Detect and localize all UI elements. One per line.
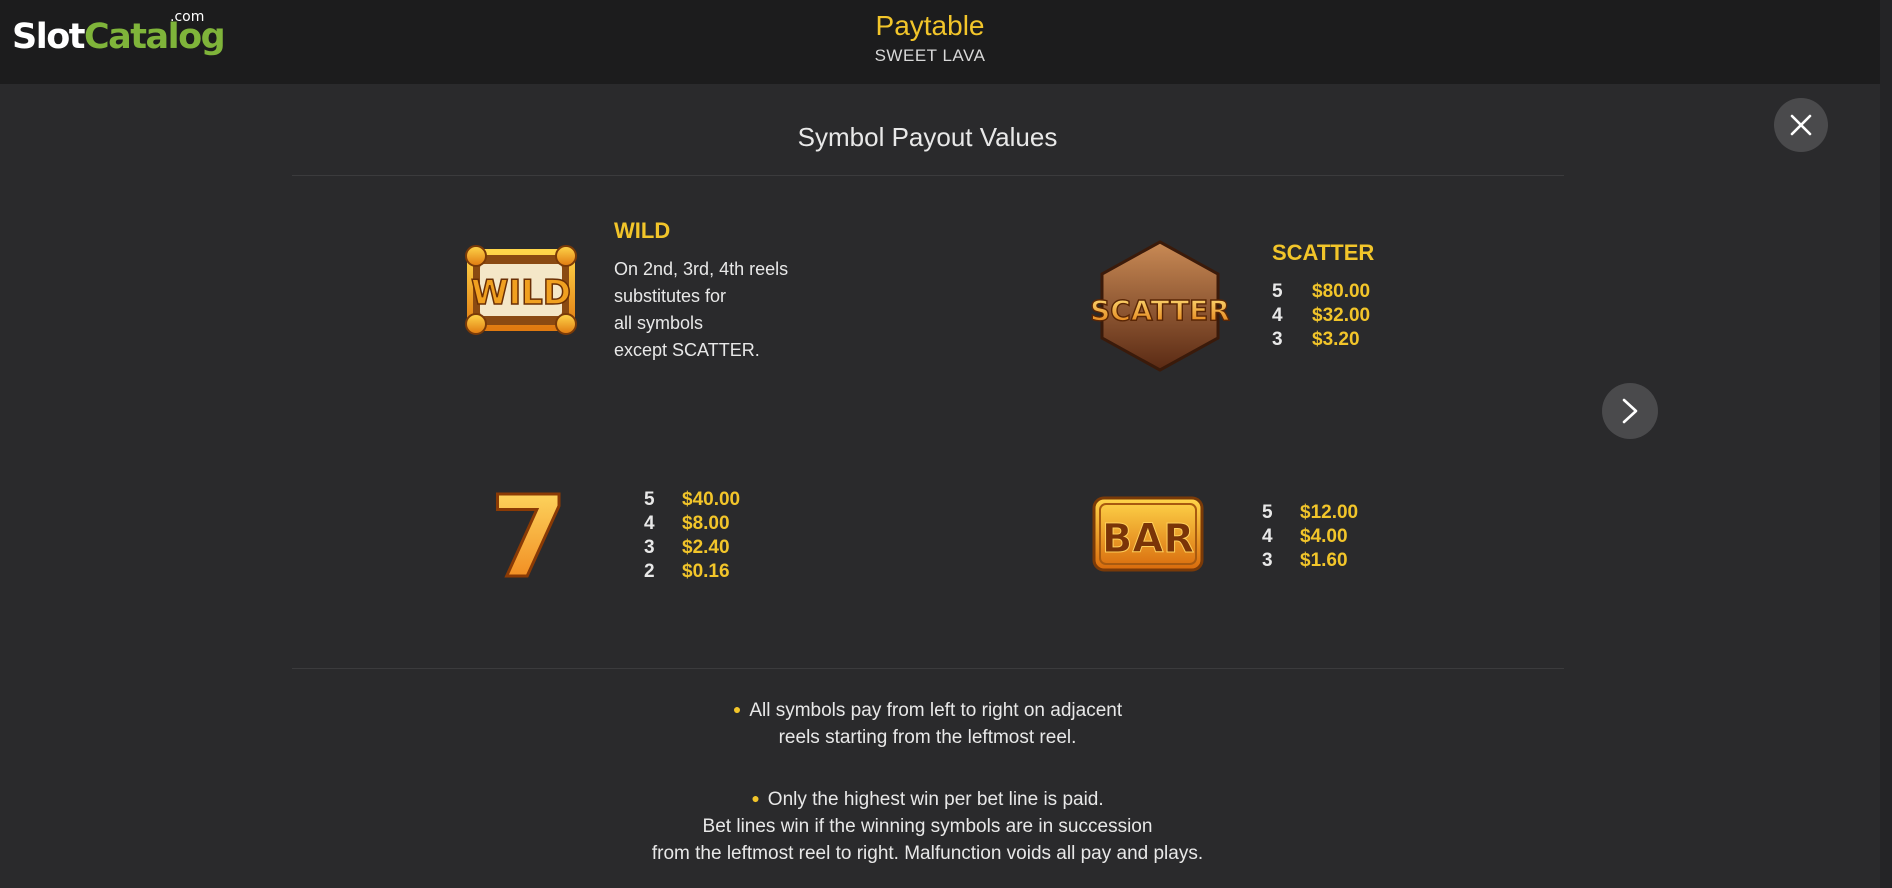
top-divider	[292, 175, 1564, 176]
pay-row: 3 $2.40	[644, 536, 740, 560]
pay-count: 3	[1272, 329, 1283, 350]
pay-amount: $4.00	[1300, 526, 1348, 547]
chevron-right-icon	[1622, 398, 1638, 424]
pay-row: 4 $8.00	[644, 512, 740, 536]
pay-amount: $1.60	[1300, 550, 1348, 571]
next-page-button[interactable]	[1602, 383, 1658, 439]
pay-row: 5 $40.00	[644, 488, 740, 512]
pay-amount: $80.00	[1312, 281, 1371, 302]
pay-count: 3	[644, 537, 655, 558]
rule-text: Only the highest win per bet line is pai…	[767, 789, 1104, 810]
pay-row: 4 $4.00	[1262, 525, 1358, 549]
pay-amount: $8.00	[682, 513, 730, 534]
scatter-symbol-icon: SCATTER	[1086, 236, 1234, 381]
header-bar: SlotCatalog .com Paytable SWEET LAVA	[0, 0, 1892, 84]
pay-count: 5	[644, 489, 655, 510]
rule-line: ● Only the highest win per bet line is pa…	[0, 785, 1855, 813]
rule-line: ● All symbols pay from left to right on a…	[0, 696, 1855, 724]
seven-pay-list: 5 $40.00 4 $8.00 3 $2.40 2 $0.16	[644, 488, 740, 584]
wild-icon-text: WILD	[471, 273, 571, 313]
pay-count: 4	[644, 513, 655, 534]
rule-block: ● All symbols pay from left to right on a…	[0, 696, 1855, 751]
rule-line: reels starting from the leftmost reel.	[778, 727, 1077, 748]
scatter-icon-text: SCATTER	[1090, 294, 1230, 327]
pay-row: 3 $1.60	[1262, 549, 1358, 573]
section-title: Symbol Payout Values	[797, 122, 1058, 152]
pay-row: 3 $3.20	[1272, 328, 1370, 352]
bar-pay-list: 5 $12.00 4 $4.00 3 $1.60	[1262, 501, 1358, 573]
rule-text: All symbols pay from left to right on ad…	[749, 700, 1123, 721]
pay-row: 2 $0.16	[644, 560, 740, 584]
pay-row: 5 $80.00	[1272, 280, 1370, 304]
rule-line: Bet lines win if the winning symbols are…	[702, 816, 1153, 837]
wild-description-line: On 2nd, 3rd, 4th reels	[614, 259, 789, 279]
seven-symbol-icon: 7	[474, 472, 584, 605]
pay-amount: $2.40	[682, 537, 730, 558]
wild-description: On 2nd, 3rd, 4th reels substitutes for a…	[614, 256, 788, 364]
bullet-icon: ●	[751, 790, 760, 806]
bullet-icon: ●	[732, 701, 742, 717]
pay-amount: $0.16	[682, 561, 730, 582]
pay-amount: $40.00	[682, 489, 741, 510]
wild-title: WILD	[614, 218, 671, 243]
pay-row: 5 $12.00	[1262, 501, 1358, 525]
bar-icon-text: BAR	[1102, 516, 1194, 562]
seven-icon-text: 7	[490, 484, 568, 584]
pay-amount: $3.20	[1312, 329, 1360, 350]
pay-count: 3	[1262, 550, 1273, 571]
scrollbar[interactable]	[1880, 0, 1892, 888]
pay-count: 2	[644, 561, 655, 582]
game-name: SWEET LAVA	[874, 46, 986, 65]
wild-description-line: except SCATTER.	[614, 340, 760, 360]
bar-symbol-icon: BAR	[1090, 492, 1206, 581]
pay-row: 4 $32.00	[1272, 304, 1370, 328]
pay-count: 4	[1262, 526, 1273, 547]
scatter-title: SCATTER	[1272, 240, 1375, 265]
pay-count: 5	[1262, 502, 1273, 523]
scatter-pay-list: 5 $80.00 4 $32.00 3 $3.20	[1272, 280, 1370, 352]
wild-description-line: substitutes for	[614, 286, 727, 306]
wild-symbol-icon: WILD	[464, 242, 578, 343]
pay-amount: $12.00	[1300, 502, 1359, 523]
bottom-divider	[292, 668, 1564, 669]
page-title: Paytable	[875, 10, 985, 41]
rule-line: from the leftmost reel to right. Malfunc…	[651, 843, 1204, 864]
pay-count: 5	[1272, 281, 1283, 302]
rule-block: ● Only the highest win per bet line is pa…	[0, 785, 1855, 867]
wild-description-line: all symbols	[614, 313, 704, 333]
pay-amount: $32.00	[1312, 305, 1371, 326]
pay-count: 4	[1272, 305, 1283, 326]
